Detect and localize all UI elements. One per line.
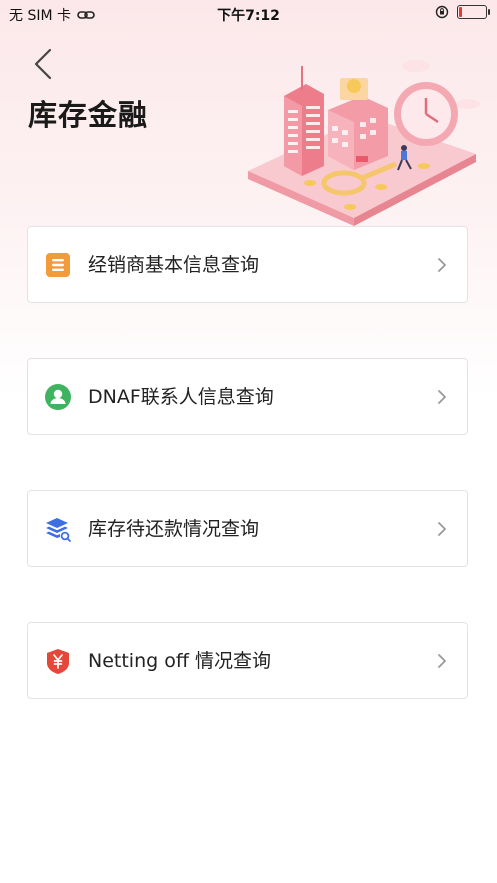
finance-city-illustration <box>248 60 480 226</box>
yuan-shield-icon <box>47 649 69 674</box>
chevron-right-icon <box>438 390 446 404</box>
menu-item-label: 经销商基本信息查询 <box>88 254 260 276</box>
chevron-right-icon <box>438 522 446 536</box>
menu-item-inventory-repayment[interactable]: 库存待还款情况查询 <box>27 490 468 567</box>
menu-item-dealer-info[interactable]: 经销商基本信息查询 <box>27 226 468 303</box>
menu-item-netting-off[interactable]: Netting off 情况查询 <box>27 622 468 699</box>
chevron-right-icon <box>438 258 446 272</box>
chevron-left-icon <box>34 48 52 80</box>
stack-search-icon <box>46 518 71 542</box>
menu-item-label: 库存待还款情况查询 <box>88 518 260 540</box>
chevron-right-icon <box>438 654 446 668</box>
menu-item-dnaf-contact[interactable]: DNAF联系人信息查询 <box>27 358 468 435</box>
rotation-lock-icon <box>435 5 449 19</box>
back-button[interactable] <box>26 44 62 84</box>
menu-item-label: DNAF联系人信息查询 <box>88 386 274 408</box>
status-time: 下午7:12 <box>217 8 280 24</box>
status-bar: 无 SIM 卡 下午7:12 <box>0 0 497 28</box>
battery-icon <box>457 5 490 19</box>
contact-person-icon <box>45 384 71 410</box>
menu-item-label: Netting off 情况查询 <box>88 650 271 672</box>
document-list-icon <box>46 253 70 277</box>
page-title: 库存金融 <box>28 98 149 132</box>
status-right <box>435 5 490 19</box>
